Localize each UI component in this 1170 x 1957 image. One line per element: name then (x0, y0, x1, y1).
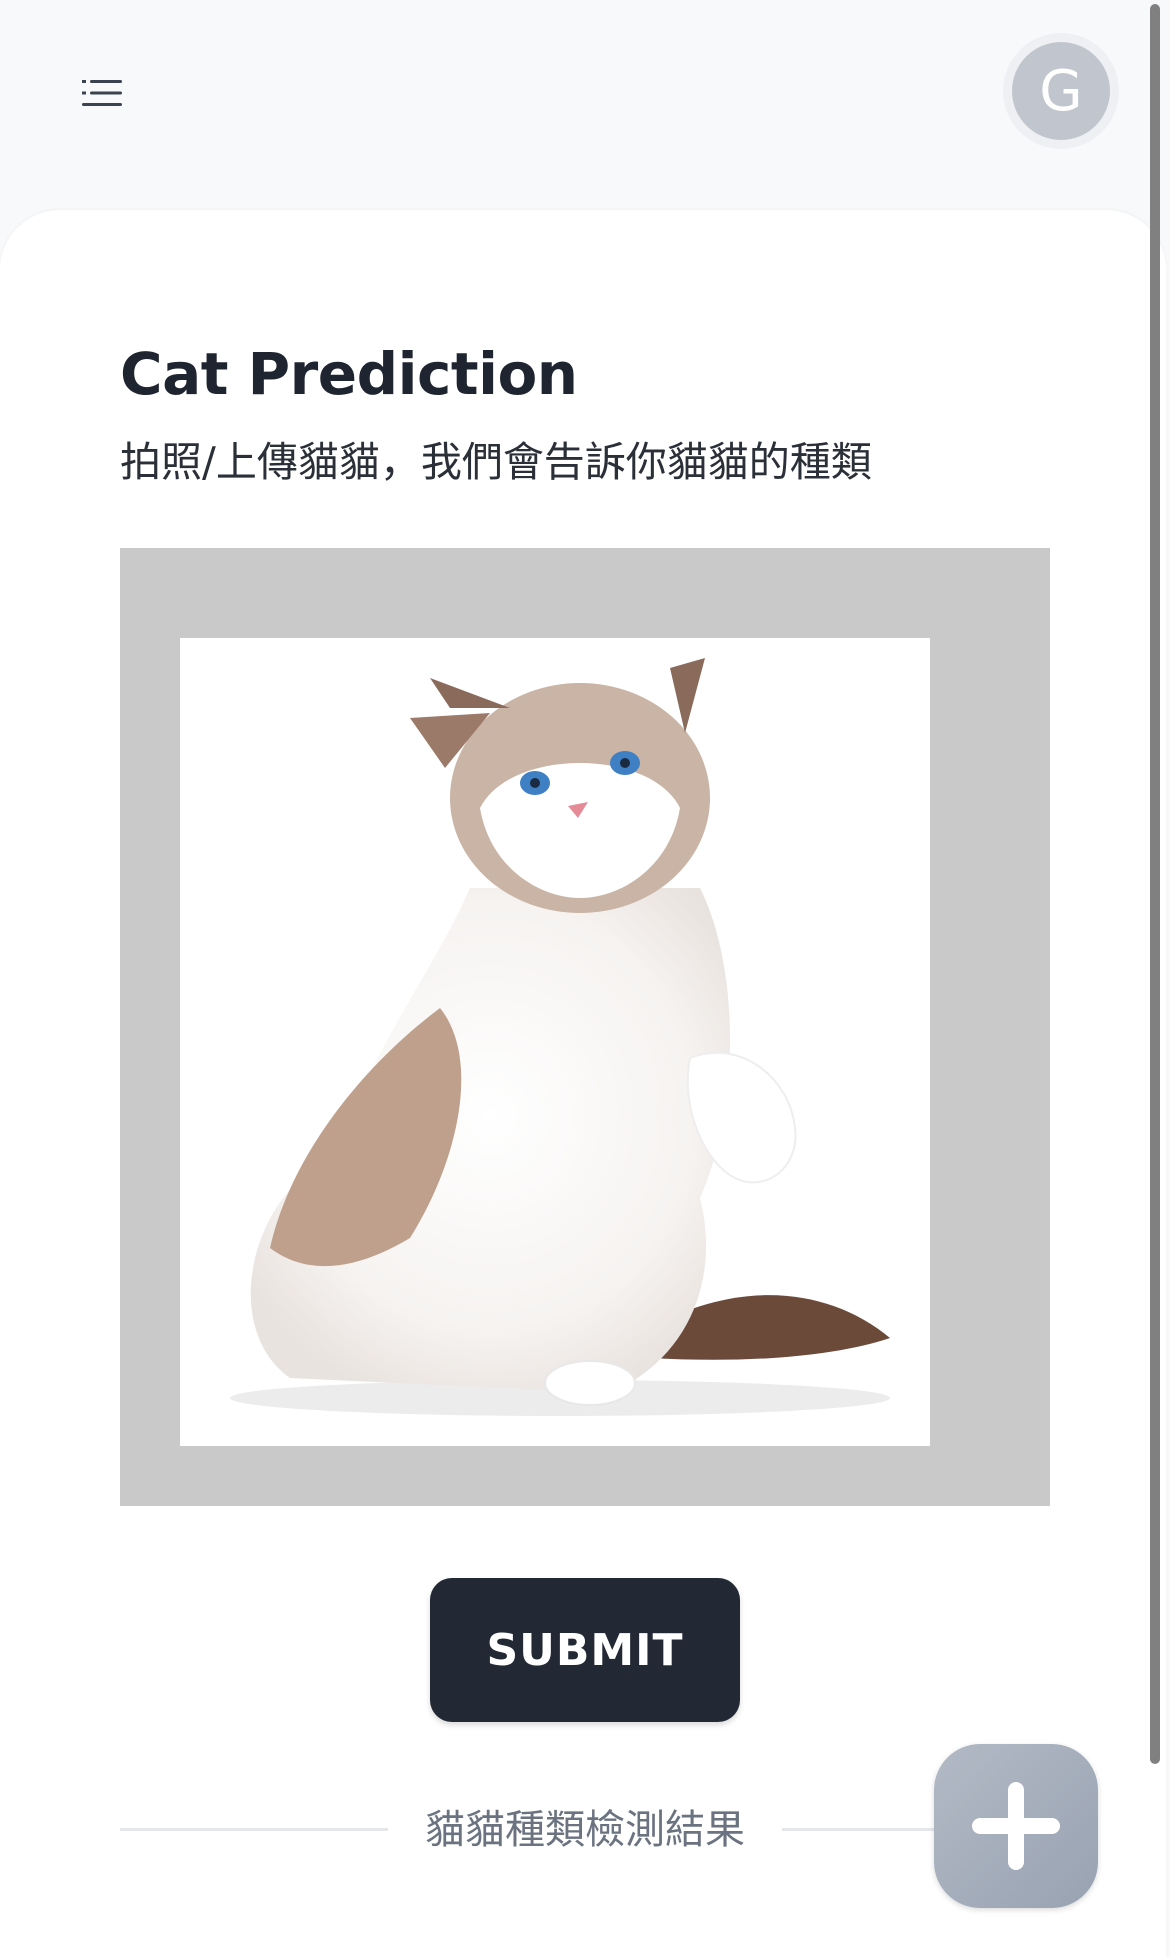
add-fab-button[interactable] (934, 1744, 1098, 1908)
divider-line (120, 1828, 388, 1831)
user-avatar-button[interactable]: G (1003, 33, 1119, 149)
cat-photo-icon (230, 658, 890, 1416)
result-section-label: 貓貓種類檢測結果 (425, 1807, 745, 1853)
menu-button[interactable] (60, 56, 144, 130)
menu-list-icon (82, 80, 122, 106)
page-subtitle: 拍照/上傳貓貓，我們會告訴你貓貓的種類 (120, 438, 872, 486)
scrollbar[interactable] (1150, 4, 1160, 1764)
plus-icon (972, 1782, 1060, 1870)
submit-button[interactable]: SUBMIT (430, 1578, 740, 1722)
page-title: Cat Prediction (120, 340, 578, 408)
image-upload-area[interactable] (120, 548, 1050, 1506)
cat-image-preview (180, 638, 930, 1446)
avatar: G (1012, 42, 1110, 140)
result-divider: 貓貓種類檢測結果 (120, 1800, 1050, 1860)
top-bar: G (0, 0, 1170, 215)
app-screen: G Cat Prediction 拍照/上傳貓貓，我們會告訴你貓貓的種類 SUB… (0, 0, 1170, 1957)
